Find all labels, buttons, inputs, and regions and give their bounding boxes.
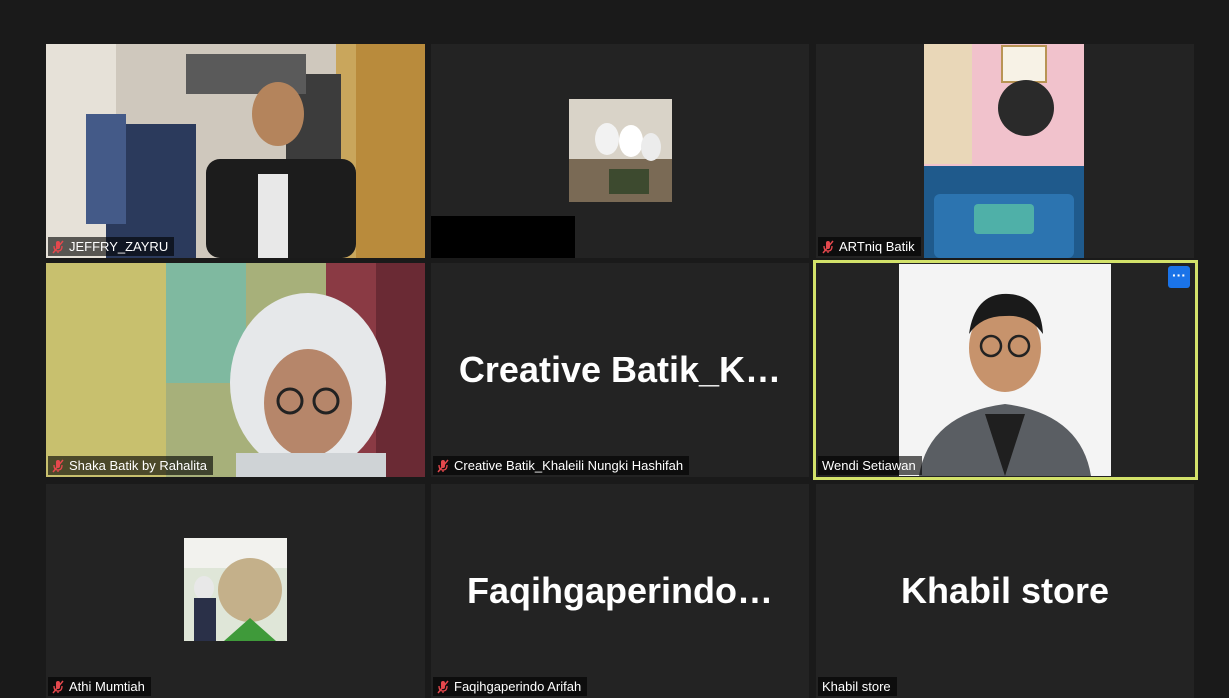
participant-tile-shaka[interactable]: Shaka Batik by Rahalita xyxy=(46,263,425,477)
participant-name: Shaka Batik by Rahalita xyxy=(69,458,208,473)
participant-tile-creative-batik[interactable]: Creative Batik_K… Creative Batik_Khaleil… xyxy=(431,263,809,477)
participant-name-label: JEFFRY_ZAYRU xyxy=(48,237,175,256)
participant-name-label: Creative Batik_Khaleili Nungki Hashifah xyxy=(433,456,690,475)
participant-name: Khabil store xyxy=(822,679,891,694)
participant-tile-thumbnail[interactable] xyxy=(431,44,809,258)
participant-tile-athi[interactable]: Athi Mumtiah xyxy=(46,484,425,698)
participant-name: JEFFRY_ZAYRU xyxy=(69,239,169,254)
participant-display-name: Creative Batik_K… xyxy=(458,349,782,390)
participant-name-label: Faqihgaperindo Arifah xyxy=(433,677,588,696)
participant-tile-faqihgaperindo[interactable]: Faqihgaperindo… Faqihgaperindo Arifah xyxy=(431,484,809,698)
participant-video xyxy=(46,44,425,258)
more-options-button[interactable]: ··· xyxy=(1168,266,1190,288)
participant-name-label: Shaka Batik by Rahalita xyxy=(48,456,214,475)
participant-avatar-image xyxy=(184,538,287,641)
participant-display-name: Khabil store xyxy=(900,570,1110,611)
participant-tile-wendi[interactable]: ··· Wendi Setiawan xyxy=(813,260,1198,480)
participant-video xyxy=(899,264,1111,476)
mic-muted-icon xyxy=(437,459,449,472)
participant-name-label: Athi Mumtiah xyxy=(48,677,151,696)
participant-name: Creative Batik_Khaleili Nungki Hashifah xyxy=(454,458,684,473)
participant-name: Wendi Setiawan xyxy=(822,458,916,473)
mic-muted-icon xyxy=(822,240,834,253)
redacted-block xyxy=(431,216,575,258)
participant-name: Faqihgaperindo Arifah xyxy=(454,679,582,694)
participant-video xyxy=(46,263,425,477)
participant-name: ARTniq Batik xyxy=(839,239,915,254)
participant-name: Athi Mumtiah xyxy=(69,679,145,694)
participant-name-label: Khabil store xyxy=(818,677,897,696)
mic-muted-icon xyxy=(52,240,64,253)
participant-name-label: Wendi Setiawan xyxy=(818,456,922,475)
participant-tile-artniq[interactable]: ARTniq Batik xyxy=(816,44,1194,258)
video-grid: JEFFRY_ZAYRU ARTniq Batik Shaka Batik by… xyxy=(0,0,1229,698)
participant-tile-khabil[interactable]: Khabil store Khabil store xyxy=(816,484,1194,698)
participant-avatar-image xyxy=(569,99,672,202)
mic-muted-icon xyxy=(52,459,64,472)
participant-video xyxy=(924,44,1084,258)
participant-name-label: ARTniq Batik xyxy=(818,237,921,256)
participant-tile-jeffry[interactable]: JEFFRY_ZAYRU xyxy=(46,44,425,258)
participant-display-name: Faqihgaperindo… xyxy=(467,570,773,611)
